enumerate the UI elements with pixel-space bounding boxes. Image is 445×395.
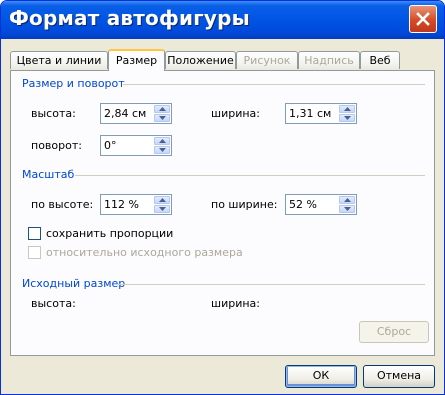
scale-height-value: 112 % (104, 198, 139, 211)
arrow-up-icon (344, 107, 351, 111)
arrow-up-icon (159, 107, 166, 111)
arrow-down-icon (159, 116, 166, 120)
tab-size[interactable]: Размер (108, 49, 165, 71)
scale-width-spinbox[interactable]: 52 % (285, 194, 357, 215)
scale-width-spin-up[interactable] (339, 196, 355, 204)
width-spin-down[interactable] (339, 114, 355, 122)
ok-button[interactable]: ОК (285, 365, 357, 388)
original-size-section-title: Исходный размер (22, 277, 126, 290)
height-value: 2,84 см (104, 107, 147, 120)
width-spinbox[interactable]: 1,31 см (285, 103, 357, 124)
scale-height-spinbox[interactable]: 112 % (100, 194, 172, 215)
section-divider (75, 175, 425, 176)
size-tab-panel: Размер и поворот высота: 2,84 см ширина:… (10, 70, 435, 356)
height-label: высота: (31, 107, 76, 120)
rotation-spinbox[interactable]: 0° (100, 135, 172, 156)
relative-size-checkbox (28, 246, 41, 259)
width-value: 1,31 см (289, 107, 332, 120)
close-icon (416, 12, 430, 26)
rotation-spin-up[interactable] (154, 137, 170, 145)
title-bar[interactable]: Формат автофигуры (1, 1, 444, 39)
section-divider (118, 284, 425, 285)
tab-position[interactable]: Положение (165, 51, 236, 69)
lock-aspect-checkbox[interactable] (28, 227, 41, 240)
tab-web[interactable]: Веб (360, 51, 400, 69)
reset-button: Сброс (359, 321, 429, 343)
original-width-label: ширина: (211, 297, 260, 310)
scale-section-title: Масштаб (22, 168, 75, 181)
scale-width-spin-down[interactable] (339, 205, 355, 213)
height-spin-up[interactable] (154, 105, 170, 113)
scale-height-spin-down[interactable] (154, 205, 170, 213)
arrow-down-icon (344, 207, 351, 211)
width-label: ширина: (211, 107, 260, 120)
relative-size-label: относительно исходного размера (46, 246, 243, 259)
size-rotate-section-title: Размер и поворот (22, 77, 125, 90)
dialog-body: Цвета и линии Размер Положение Рисунок Н… (4, 39, 441, 391)
height-spin-down[interactable] (154, 114, 170, 122)
lock-aspect-label[interactable]: сохранить пропорции (46, 227, 173, 240)
arrow-down-icon (159, 207, 166, 211)
arrow-down-icon (344, 116, 351, 120)
arrow-up-icon (344, 198, 351, 202)
section-divider (123, 84, 425, 85)
close-button[interactable] (409, 5, 437, 33)
window-title: Формат автофигуры (9, 6, 250, 30)
tab-textbox: Надпись (298, 51, 360, 69)
rotation-spin-down[interactable] (154, 146, 170, 154)
rotation-label: поворот: (31, 139, 82, 152)
tab-picture: Рисунок (236, 51, 298, 69)
format-autoshape-dialog: Формат автофигуры Цвета и линии Размер П… (0, 0, 445, 395)
cancel-button[interactable]: Отмена (363, 365, 435, 388)
width-spin-up[interactable] (339, 105, 355, 113)
scale-width-value: 52 % (289, 198, 317, 211)
rotation-value: 0° (104, 139, 117, 152)
scale-height-spin-up[interactable] (154, 196, 170, 204)
arrow-down-icon (159, 148, 166, 152)
arrow-up-icon (159, 139, 166, 143)
height-spinbox[interactable]: 2,84 см (100, 103, 172, 124)
arrow-up-icon (159, 198, 166, 202)
scale-width-label: по ширине: (211, 198, 278, 211)
tab-colors-lines[interactable]: Цвета и линии (10, 51, 108, 69)
original-height-label: высота: (31, 297, 76, 310)
scale-height-label: по высоте: (31, 198, 94, 211)
